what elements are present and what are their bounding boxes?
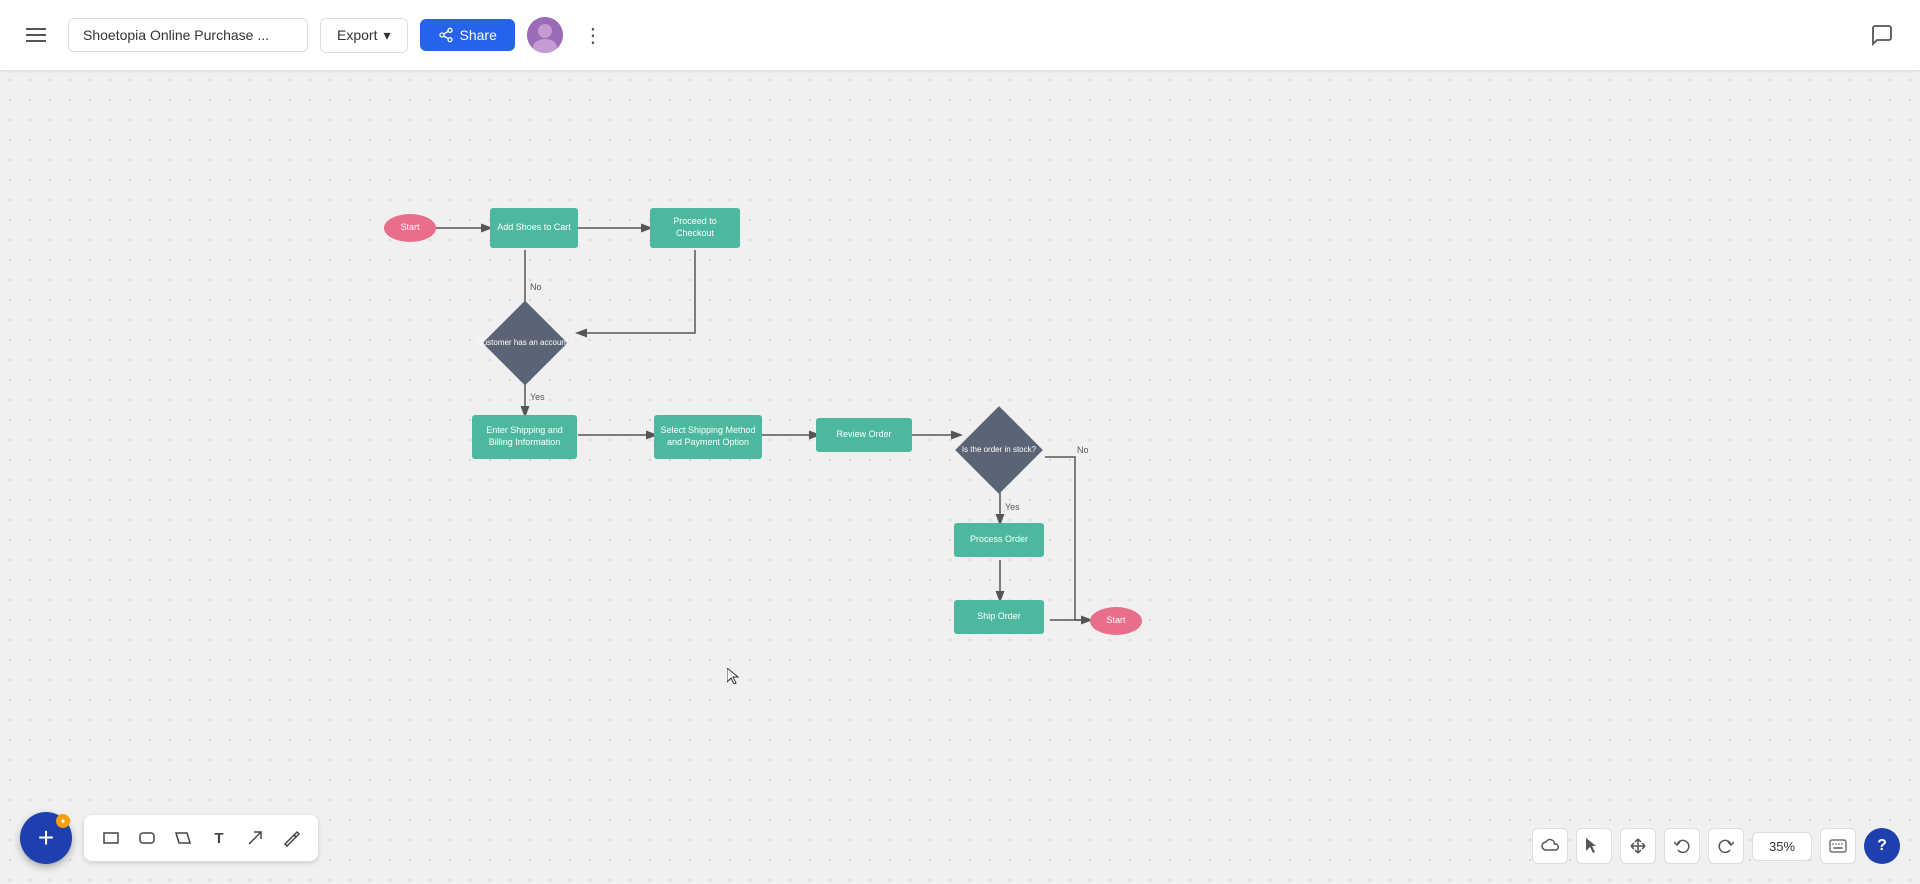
svg-text:No: No [530,282,542,292]
more-icon: ⋮ [583,23,603,48]
customer-account-node[interactable]: Customer has an account? [478,308,572,378]
help-button[interactable]: ? [1864,828,1900,864]
start-node-label: Start [400,222,419,234]
undo-icon [1674,838,1690,854]
end-node-label: Start [1106,615,1125,627]
header: Export ▾ Share ⋮ [0,0,1920,70]
redo-button[interactable] [1708,828,1744,864]
arrow-icon [246,829,264,847]
add-shoes-label: Add Shoes to Cart [497,222,571,234]
enter-shipping-node[interactable]: Enter Shipping and Billing Information [472,415,577,459]
end-node[interactable]: Start [1090,607,1142,635]
cursor-icon [1586,838,1602,854]
more-options-button[interactable]: ⋮ [575,17,611,53]
add-icon: + [38,824,54,852]
svg-text:Yes: Yes [530,392,545,402]
rounded-rect-icon [138,829,156,847]
rectangle-icon [102,829,120,847]
keyboard-icon [1829,839,1847,853]
redo-icon [1718,838,1734,854]
cloud-save-button[interactable] [1532,828,1568,864]
chat-button[interactable] [1864,17,1900,53]
customer-account-label: Customer has an account? [477,338,573,348]
canvas[interactable]: No Yes Yes No Start [0,70,1920,884]
svg-text:Yes: Yes [1005,502,1020,512]
in-stock-label: Is the order in stock? [962,445,1036,455]
share-icon [438,27,454,43]
move-icon [1630,838,1646,854]
add-badge: ✦ [56,814,70,828]
parallelogram-tool[interactable] [166,821,200,855]
flowchart: No Yes Yes No Start [360,200,1110,700]
process-order-label: Process Order [970,534,1028,546]
proceed-checkout-node[interactable]: Proceed to Checkout [650,208,740,248]
rectangle-tool[interactable] [94,821,128,855]
chat-icon [1870,23,1894,47]
undo-button[interactable] [1664,828,1700,864]
review-order-node[interactable]: Review Order [816,418,912,452]
rounded-rect-tool[interactable] [130,821,164,855]
bottom-right-controls: 35% ? [1532,828,1900,864]
hamburger-icon [26,28,46,42]
help-icon: ? [1877,837,1887,855]
export-button[interactable]: Export ▾ [320,18,408,53]
zoom-level: 35% [1752,832,1812,861]
parallelogram-icon [174,829,192,847]
select-tool-button[interactable] [1576,828,1612,864]
arrow-tool[interactable] [238,821,272,855]
ship-order-label: Ship Order [977,611,1021,623]
enter-shipping-label: Enter Shipping and Billing Information [476,425,573,448]
add-button[interactable]: + ✦ [20,812,72,864]
document-title-input[interactable] [68,18,308,52]
share-label: Share [460,27,497,43]
review-order-label: Review Order [836,429,891,441]
pen-icon [282,829,300,847]
export-label: Export [337,27,377,43]
ship-order-node[interactable]: Ship Order [954,600,1044,634]
chevron-down-icon: ▾ [383,27,390,44]
text-icon: T [214,830,223,847]
share-button[interactable]: Share [420,19,515,51]
add-shoes-node[interactable]: Add Shoes to Cart [490,208,578,248]
select-shipping-label: Select Shipping Method and Payment Optio… [658,425,758,448]
process-order-node[interactable]: Process Order [954,523,1044,557]
start-node[interactable]: Start [384,214,436,242]
in-stock-node[interactable]: Is the order in stock? [954,415,1044,485]
cloud-icon [1541,838,1559,854]
move-tool-button[interactable] [1620,828,1656,864]
menu-button[interactable] [16,15,56,55]
keyboard-shortcut-button[interactable] [1820,828,1856,864]
select-shipping-node[interactable]: Select Shipping Method and Payment Optio… [654,415,762,459]
tool-group: T [84,815,318,861]
svg-text:No: No [1077,445,1089,455]
proceed-label: Proceed to Checkout [654,216,736,239]
bottom-toolbar: + ✦ T [20,812,318,864]
text-tool[interactable]: T [202,821,236,855]
pen-tool[interactable] [274,821,308,855]
avatar [527,17,563,53]
